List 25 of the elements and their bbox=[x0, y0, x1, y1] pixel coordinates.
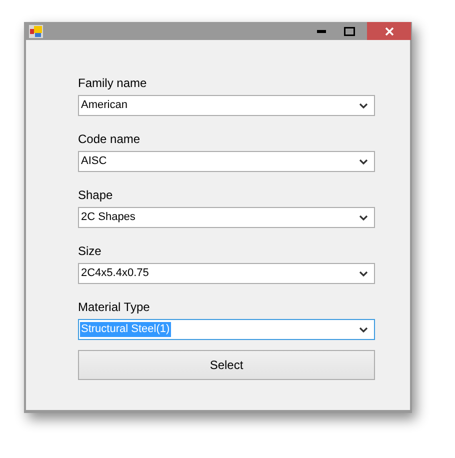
close-button[interactable] bbox=[367, 22, 411, 40]
field-value: Structural Steel(1) bbox=[80, 322, 171, 337]
field-label: Size bbox=[78, 244, 102, 258]
chevron-down-icon[interactable] bbox=[359, 270, 368, 276]
app-icon bbox=[29, 24, 43, 38]
chevron-down-icon[interactable] bbox=[359, 326, 368, 332]
dropdown-field[interactable]: 2C4x5.4x0.75 bbox=[78, 263, 375, 284]
dropdown-field[interactable]: AISC bbox=[78, 151, 375, 172]
select-button[interactable]: Select bbox=[78, 350, 375, 380]
dropdown-field[interactable]: 2C Shapes bbox=[78, 207, 375, 228]
field-value: 2C4x5.4x0.75 bbox=[80, 266, 150, 281]
dropdown-field[interactable]: American bbox=[78, 95, 375, 116]
field-label: Material Type bbox=[78, 300, 151, 314]
field-label: Code name bbox=[78, 132, 142, 146]
minimize-icon[interactable] bbox=[316, 30, 326, 32]
field-value: 2C Shapes bbox=[80, 210, 136, 225]
close-icon[interactable] bbox=[384, 26, 394, 36]
field-label: Shape bbox=[78, 188, 114, 202]
field-value: AISC bbox=[80, 154, 108, 169]
field-value: American bbox=[80, 98, 128, 113]
chevron-down-icon[interactable] bbox=[359, 158, 368, 164]
field-label: Family name bbox=[78, 76, 148, 90]
chevron-down-icon[interactable] bbox=[359, 102, 368, 108]
chevron-down-icon[interactable] bbox=[359, 214, 368, 220]
maximize-icon[interactable] bbox=[344, 26, 354, 36]
